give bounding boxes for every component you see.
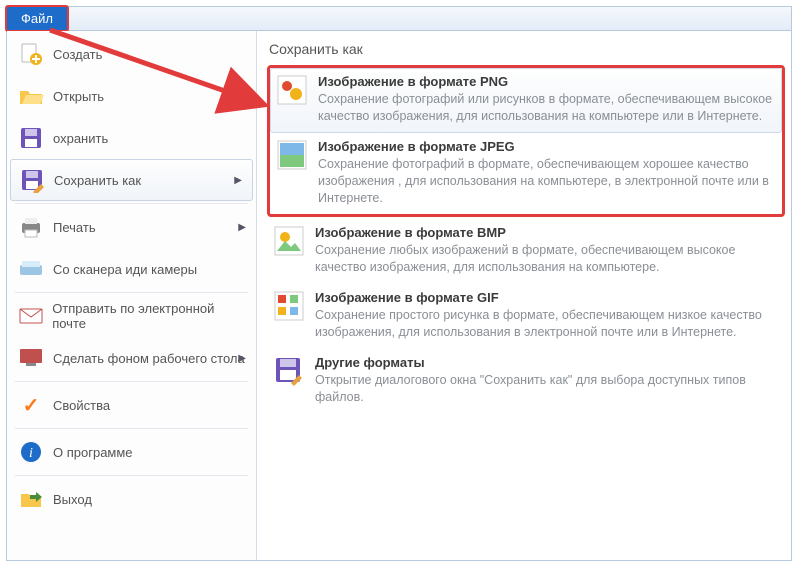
svg-text:i: i xyxy=(29,446,33,461)
tab-bar: Файл xyxy=(7,7,791,31)
menu-properties-label: Свойства xyxy=(53,398,110,413)
menu-save-as[interactable]: Сохранить как ▶ xyxy=(10,159,253,201)
save-as-panel: Сохранить как Изображение в формате PNG … xyxy=(257,31,791,560)
option-other-text: Другие форматы Открытие диалогового окна… xyxy=(315,355,779,406)
menu-about-label: О программе xyxy=(53,445,133,460)
menu-set-desktop[interactable]: Сделать фоном рабочего стола ▶ xyxy=(7,337,256,379)
menu-properties[interactable]: ✓ Свойства xyxy=(7,384,256,426)
option-jpeg-text: Изображение в формате JPEG Сохранение фо… xyxy=(318,139,776,207)
check-icon: ✓ xyxy=(17,391,45,419)
menu-scanner-label: Со сканера иди камеры xyxy=(53,262,197,277)
option-png-title: Изображение в формате PNG xyxy=(318,74,776,89)
menu-open-label: Открыть xyxy=(53,89,104,104)
option-png-text: Изображение в формате PNG Сохранение фот… xyxy=(318,74,776,125)
jpeg-icon xyxy=(276,139,308,171)
menu-about[interactable]: i О программе xyxy=(7,431,256,473)
menu-send-mail[interactable]: Отправить по электронной почте xyxy=(7,295,256,337)
exit-icon xyxy=(17,485,45,513)
scanner-icon xyxy=(17,255,45,283)
option-gif-text: Изображение в формате GIF Сохранение про… xyxy=(315,290,779,341)
chevron-right-icon: ▶ xyxy=(238,353,246,364)
file-menu: Создать Открыть охранить Сохранить как xyxy=(7,31,257,560)
option-other-title: Другие форматы xyxy=(315,355,779,370)
option-bmp-title: Изображение в формате BMP xyxy=(315,225,779,240)
menu-save-as-label: Сохранить как xyxy=(54,173,141,188)
mail-icon xyxy=(17,302,44,330)
option-jpeg-desc: Сохранение фотографий в формате, обеспеч… xyxy=(318,156,776,207)
option-jpeg-title: Изображение в формате JPEG xyxy=(318,139,776,154)
option-jpeg[interactable]: Изображение в формате JPEG Сохранение фо… xyxy=(270,133,782,215)
chevron-right-icon: ▶ xyxy=(234,175,242,186)
tab-file-label: Файл xyxy=(21,11,53,26)
floppy-icon xyxy=(17,124,45,152)
folder-open-icon xyxy=(17,82,45,110)
info-icon: i xyxy=(17,438,45,466)
option-bmp-desc: Сохранение любых изображений в формате, … xyxy=(315,242,779,276)
png-icon xyxy=(276,74,308,106)
menu-print[interactable]: Печать ▶ xyxy=(7,206,256,248)
separator xyxy=(15,475,248,476)
option-png[interactable]: Изображение в формате PNG Сохранение фот… xyxy=(270,68,782,133)
option-other[interactable]: Другие форматы Открытие диалогового окна… xyxy=(267,349,785,414)
option-gif-desc: Сохранение простого рисунка в формате, о… xyxy=(315,307,779,341)
menu-send-mail-label: Отправить по электронной почте xyxy=(52,301,246,331)
separator xyxy=(15,428,248,429)
option-other-desc: Открытие диалогового окна "Сохранить как… xyxy=(315,372,779,406)
other-formats-icon xyxy=(273,355,305,387)
menu-exit-label: Выход xyxy=(53,492,92,507)
separator xyxy=(15,381,248,382)
highlight-box: Изображение в формате PNG Сохранение фот… xyxy=(267,65,785,217)
desktop-bg-icon xyxy=(17,344,45,372)
gif-icon xyxy=(273,290,305,322)
printer-icon xyxy=(17,213,45,241)
menu-body: Создать Открыть охранить Сохранить как xyxy=(7,31,791,560)
menu-print-label: Печать xyxy=(53,220,96,235)
option-bmp-text: Изображение в формате BMP Сохранение люб… xyxy=(315,225,779,276)
panel-title: Сохранить как xyxy=(267,37,785,65)
option-gif-title: Изображение в формате GIF xyxy=(315,290,779,305)
menu-exit[interactable]: Выход xyxy=(7,478,256,520)
floppy-pencil-icon xyxy=(18,166,46,194)
new-file-icon xyxy=(17,40,45,68)
chevron-right-icon: ▶ xyxy=(238,222,246,233)
menu-scanner[interactable]: Со сканера иди камеры xyxy=(7,248,256,290)
menu-open[interactable]: Открыть xyxy=(7,75,256,117)
separator xyxy=(15,292,248,293)
menu-save-label: охранить xyxy=(53,131,108,146)
bmp-icon xyxy=(273,225,305,257)
option-png-desc: Сохранение фотографий или рисунков в фор… xyxy=(318,91,776,125)
separator xyxy=(15,203,248,204)
menu-set-desktop-label: Сделать фоном рабочего стола xyxy=(53,351,245,366)
app-window: Файл Создать Открыть охранить xyxy=(6,6,792,561)
menu-create-label: Создать xyxy=(53,47,102,62)
option-bmp[interactable]: Изображение в формате BMP Сохранение люб… xyxy=(267,219,785,284)
menu-save[interactable]: охранить xyxy=(7,117,256,159)
tab-file[interactable]: Файл xyxy=(5,5,69,32)
menu-create[interactable]: Создать xyxy=(7,33,256,75)
option-gif[interactable]: Изображение в формате GIF Сохранение про… xyxy=(267,284,785,349)
